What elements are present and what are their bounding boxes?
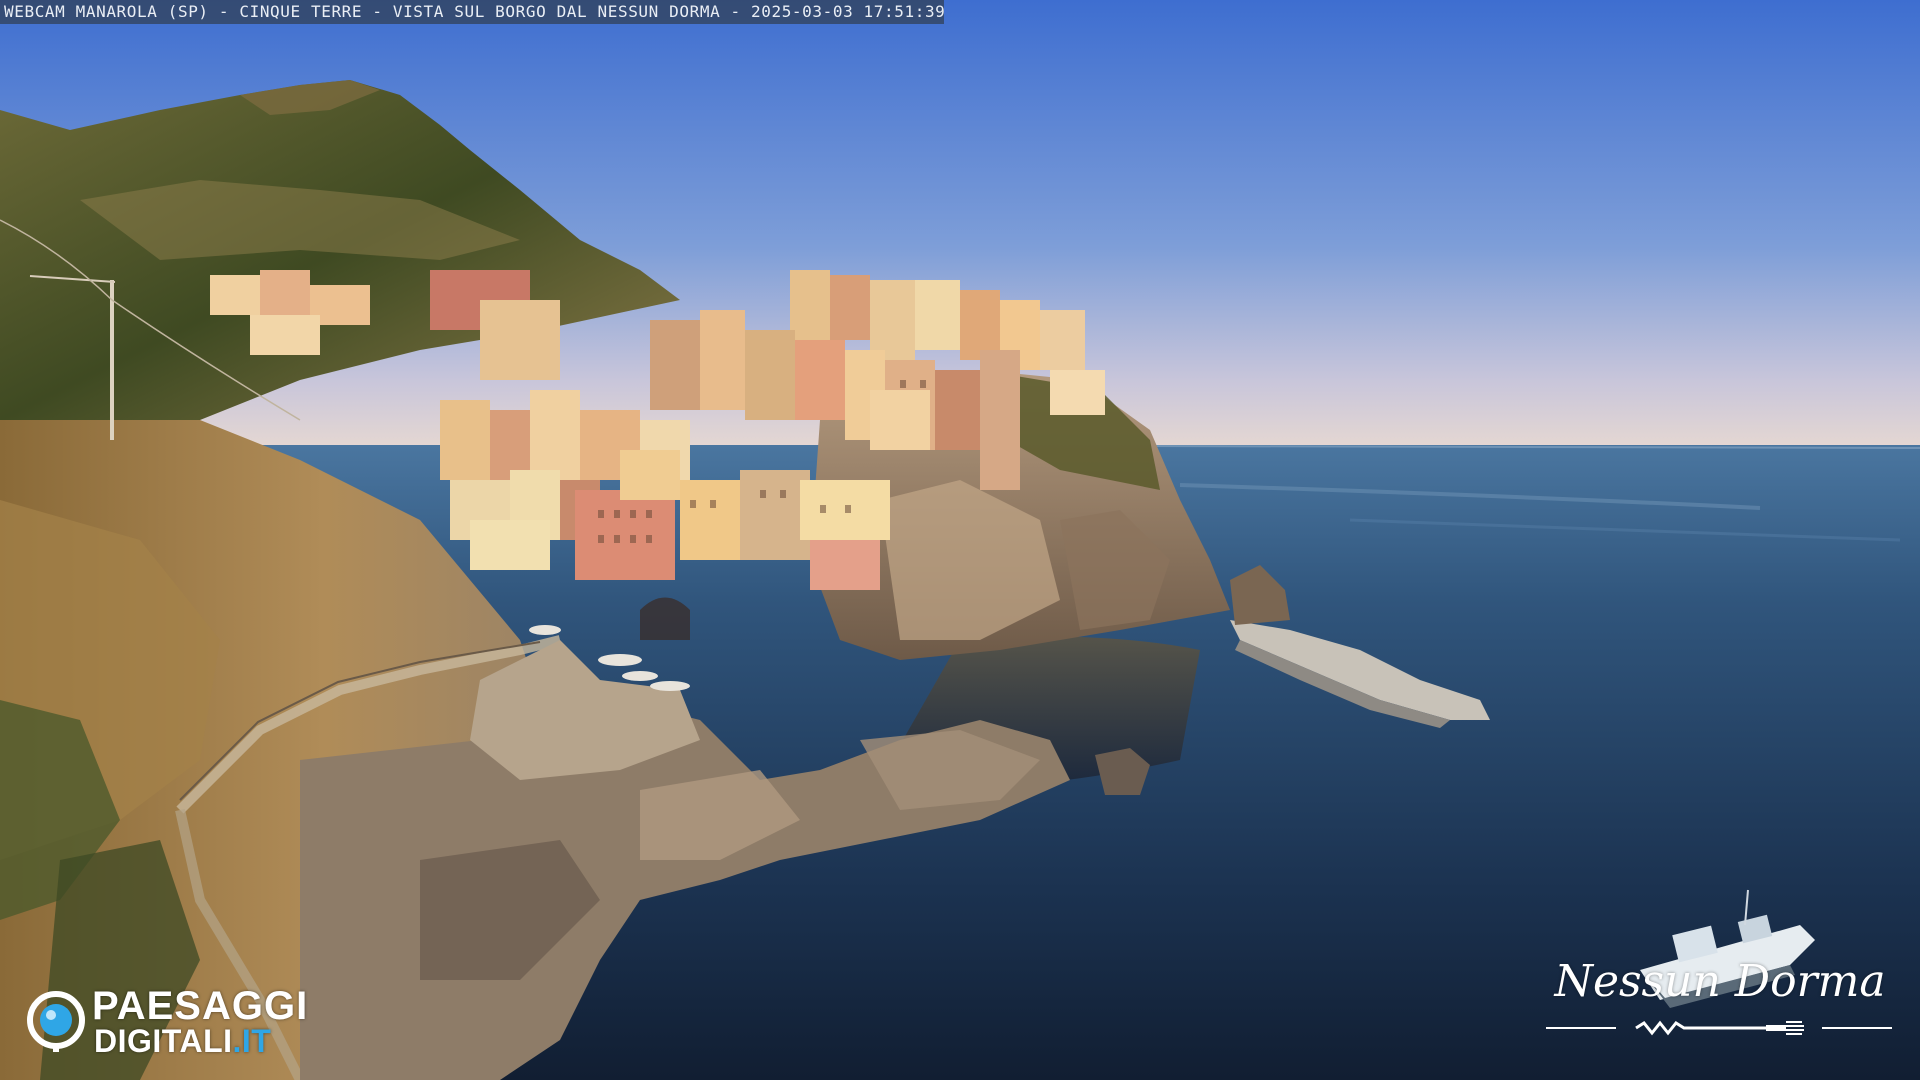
logo-line1: PAESAGGI (92, 984, 309, 1028)
logo-line2: DIGITALI.IT (94, 1024, 271, 1058)
caption-text: WEBCAM MANAROLA (SP) - CINQUE TERRE - VI… (4, 2, 944, 21)
fork-icon (1546, 1020, 1892, 1036)
camera-lens-icon (27, 991, 85, 1052)
logo-line2-main: DIGITALI (94, 1023, 233, 1059)
webcam-caption: WEBCAM MANAROLA (SP) - CINQUE TERRE - VI… (0, 0, 944, 24)
nessun-dorma-logo: Nessun Dorma (1540, 950, 1900, 1060)
paesaggi-digitali-logo: PAESAGGI DIGITALI.IT (26, 986, 356, 1058)
webcam-photo (0, 0, 1920, 1080)
logo-tld: .IT (232, 1023, 272, 1059)
nessun-dorma-script: Nessun Dorma (1554, 956, 1886, 1007)
